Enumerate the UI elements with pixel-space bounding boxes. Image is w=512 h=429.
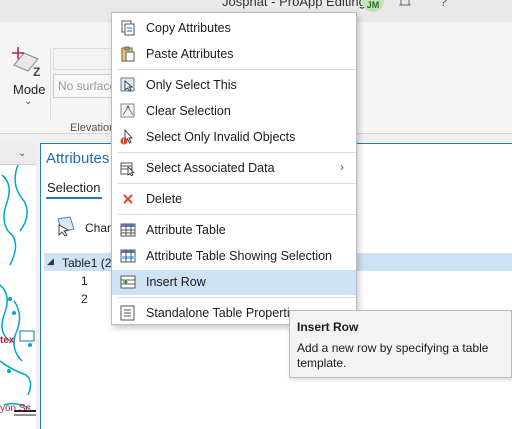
menu-item-attribute-table[interactable]: Attribute Table [112,218,356,243]
chevron-down-icon[interactable]: ⌄ [24,96,32,107]
menu-item-label: Clear Selection [146,104,231,118]
associated-data-icon [120,162,135,176]
mode-icon[interactable]: Z [10,45,44,77]
menu-item-label: Attribute Table [146,223,226,237]
map-label: tex [0,335,15,346]
attribute-table-selection-icon [120,249,136,263]
menu-separator [118,183,356,184]
svg-text:!: ! [123,140,125,146]
menu-item-label: Copy Attributes [146,21,231,35]
attribute-table-icon [120,223,136,237]
tree-node-label[interactable]: Table1 (2) [62,256,115,270]
menu-item-label: Select Associated Data [146,161,275,175]
user-avatar[interactable]: JM [362,0,384,12]
tooltip-body: Add a new row by specifying a table temp… [297,341,489,370]
menu-item-only-select-this[interactable]: Only Select This [112,73,356,98]
menu-item-label: Insert Row [146,275,206,289]
expand-arrow-icon[interactable]: ◢ [47,256,54,267]
menu-item-label: Select Only Invalid Objects [146,130,296,144]
table-row[interactable]: 1 [81,274,88,288]
menu-item-label: Only Select This [146,78,237,92]
menu-separator [118,152,356,153]
ribbon-divider [50,48,51,120]
menu-item-label: Delete [146,192,183,206]
elevation-group-label: Elevation [70,122,116,134]
invalid-objects-icon: ! [120,129,133,146]
table-properties-icon [120,305,135,321]
paste-attributes-icon [121,46,135,62]
tooltip-title: Insert Row [297,320,359,334]
table-row[interactable]: 2 [81,292,88,306]
chevron-right-icon: › [340,160,344,174]
menu-item-select-invalid-objects[interactable]: ! Select Only Invalid Objects [112,125,356,150]
pane-title: Attributes [46,150,110,167]
change-selection-icon[interactable] [55,215,77,237]
chevron-down-icon[interactable]: ⌄ [18,148,26,159]
app-window: Josphat - ProApp Editing JM ? Z Mode ⌄ N… [0,0,512,429]
only-select-icon [120,77,135,92]
change-selection-label[interactable]: Chan [85,221,114,235]
delete-icon [123,194,133,204]
menu-item-insert-row[interactable]: Insert Row [112,270,356,295]
tab-selection[interactable]: Selection [47,180,100,195]
map-view[interactable] [0,165,36,429]
menu-item-label: Attribute Table Showing Selection [146,249,332,263]
map-label: yon Sc [0,403,31,414]
menu-separator [118,297,356,298]
menu-item-attribute-table-selection[interactable]: Attribute Table Showing Selection [112,244,356,269]
tab-underline [46,197,102,199]
menu-item-select-associated-data[interactable]: Select Associated Data › [112,156,356,181]
menu-separator [118,214,356,215]
map-contours [0,165,36,416]
clear-selection-icon [120,103,135,118]
menu-item-clear-selection[interactable]: Clear Selection [112,99,356,124]
svg-text:Z: Z [33,65,40,77]
menu-item-copy-attributes[interactable]: Copy Attributes [112,16,356,41]
notification-bell-icon[interactable] [398,0,412,8]
menu-item-paste-attributes[interactable]: Paste Attributes [112,42,356,67]
menu-item-label: Standalone Table Properties [146,306,303,320]
menu-item-label: Paste Attributes [146,47,234,61]
help-icon[interactable]: ? [440,0,447,9]
menu-item-delete[interactable]: Delete [112,187,356,212]
mode-label[interactable]: Mode [13,82,46,97]
insert-row-icon [120,275,136,289]
copy-attributes-icon [121,20,135,36]
window-title: Josphat - ProApp Editing [222,0,366,9]
menu-separator [118,69,356,70]
